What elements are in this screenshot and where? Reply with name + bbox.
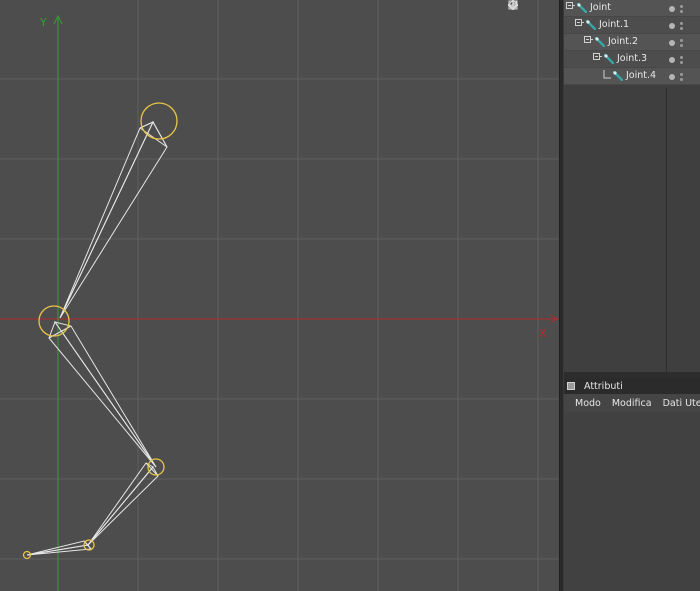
object-tree-row[interactable]: Joint	[564, 0, 700, 17]
viewport-grid	[0, 0, 559, 591]
joint-icon	[586, 20, 596, 30]
editor-viewport[interactable]: Y X	[0, 0, 559, 591]
maximize-view-icon[interactable]	[508, 0, 557, 11]
visibility-controls	[669, 17, 683, 34]
object-tree-row[interactable]: Joint.2	[564, 34, 700, 51]
bone-joint-2-to-joint-3	[87, 462, 159, 546]
visibility-toggle-icon[interactable]	[680, 4, 683, 13]
attributes-title: Attributi	[584, 380, 623, 392]
layer-dot-icon[interactable]	[669, 22, 675, 29]
view-toolbar	[508, 0, 559, 11]
layer-dot-icon[interactable]	[669, 39, 675, 46]
rotate-view-icon[interactable]	[509, 0, 544, 11]
bone-joint-1-to-joint-2	[48, 320, 157, 468]
bone-joint-3-to-joint-4	[26, 540, 92, 556]
object-tree: Joint Joint.1 Joint.2 Joint.3 Joint.4	[564, 0, 700, 85]
visibility-controls	[669, 68, 683, 85]
attributes-header: Attributi	[564, 378, 700, 394]
object-tree-empty-area[interactable]	[564, 88, 700, 372]
layer-dot-icon[interactable]	[669, 56, 675, 63]
tree-collapse-icon[interactable]	[575, 19, 584, 28]
zoom-view-icon[interactable]	[509, 0, 531, 11]
object-tree-label[interactable]: Joint.3	[617, 53, 647, 64]
visibility-toggle-icon[interactable]	[680, 55, 683, 64]
visibility-controls	[669, 0, 683, 17]
y-axis-label: Y	[39, 16, 47, 29]
visibility-controls	[669, 34, 683, 51]
object-manager: Joint Joint.1 Joint.2 Joint.3 Joint.4	[564, 0, 700, 372]
joint-icon	[613, 71, 623, 81]
attributes-body	[564, 412, 700, 591]
menu-dati-utente[interactable]: Dati Ute	[663, 398, 700, 409]
visibility-toggle-icon[interactable]	[680, 72, 683, 81]
layer-dot-icon[interactable]	[669, 5, 675, 12]
menu-modo[interactable]: Modo	[575, 398, 601, 409]
attributes-menubar: Modo Modifica Dati Ute	[564, 394, 700, 412]
tree-branch-icon	[603, 70, 611, 79]
object-tree-label[interactable]: Joint	[590, 2, 611, 13]
visibility-controls	[669, 51, 683, 68]
joint-icon	[604, 54, 614, 64]
object-tree-row[interactable]: Joint.4	[564, 68, 700, 85]
joint-icon	[577, 3, 587, 13]
layer-dot-icon[interactable]	[669, 73, 675, 80]
visibility-toggle-icon[interactable]	[680, 21, 683, 30]
object-tree-label[interactable]: Joint.1	[599, 19, 629, 30]
visibility-toggle-icon[interactable]	[680, 38, 683, 47]
object-tree-row[interactable]: Joint.3	[564, 51, 700, 68]
viewport-canvas[interactable]: Y X	[0, 0, 559, 591]
attributes-panel: Attributi Modo Modifica Dati Ute	[564, 378, 700, 591]
joint-handle-joint-1	[38, 305, 70, 337]
menu-modifica[interactable]: Modifica	[612, 398, 652, 409]
object-tree-row[interactable]: Joint.1	[564, 17, 700, 34]
panel-menu-icon[interactable]	[567, 382, 575, 390]
tree-collapse-icon[interactable]	[584, 36, 593, 45]
x-axis-label: X	[539, 327, 547, 340]
object-tree-label[interactable]: Joint.4	[626, 70, 656, 81]
joint-icon	[595, 37, 605, 47]
object-tree-label[interactable]: Joint.2	[608, 36, 638, 47]
bone-joint-to-joint-1	[59, 120, 168, 319]
tree-collapse-icon[interactable]	[566, 2, 575, 11]
tree-collapse-icon[interactable]	[593, 53, 602, 62]
object-tree-column-divider[interactable]	[666, 88, 667, 372]
